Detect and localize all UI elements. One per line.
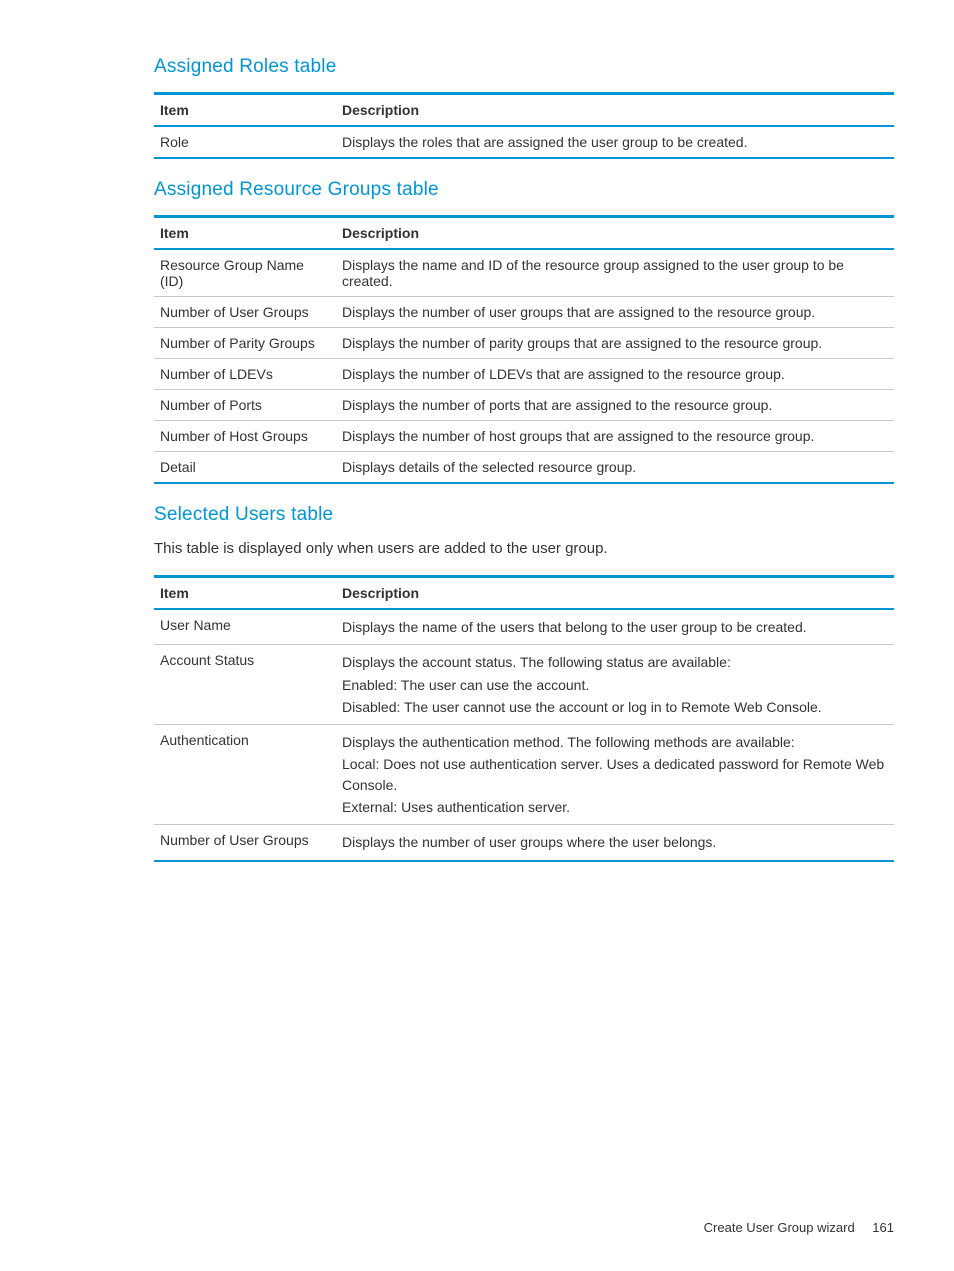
cell-item: Number of Host Groups — [154, 421, 336, 452]
table-row: Resource Group Name (ID)Displays the nam… — [154, 249, 894, 297]
cell-item: Number of User Groups — [154, 825, 336, 861]
cell-description: Displays the authentication method. The … — [336, 725, 894, 825]
table-row: Number of PortsDisplays the number of po… — [154, 390, 894, 421]
table-header-row: Item Description — [154, 94, 894, 127]
table-selected-users: Item Description User Name Displays the n… — [154, 575, 894, 862]
footer-title: Create User Group wizard — [704, 1220, 855, 1235]
cell-item: Detail — [154, 452, 336, 484]
cell-description: Displays details of the selected resourc… — [336, 452, 894, 484]
table-row: RoleDisplays the roles that are assigned… — [154, 126, 894, 158]
table-row: Number of User Groups Displays the number… — [154, 825, 894, 861]
cell-item: Resource Group Name (ID) — [154, 249, 336, 297]
cell-description: Displays the number of ports that are as… — [336, 390, 894, 421]
cell-description: Displays the roles that are assigned the… — [336, 126, 894, 158]
description-line: Displays the account status. The followi… — [342, 652, 888, 672]
footer-page-number: 161 — [872, 1220, 894, 1235]
table-row: User Name Displays the name of the users … — [154, 609, 894, 645]
description-line: Enabled: The user can use the account. — [342, 675, 888, 695]
heading-assigned-roles: Assigned Roles table — [154, 56, 894, 78]
th-item: Item — [154, 217, 336, 250]
cell-description: Displays the number of host groups that … — [336, 421, 894, 452]
table-row: Authentication Displays the authenticatio… — [154, 725, 894, 825]
description-line: Local: Does not use authentication serve… — [342, 754, 888, 795]
cell-description: Displays the number of parity groups tha… — [336, 328, 894, 359]
cell-item: Authentication — [154, 725, 336, 825]
cell-description: Displays the number of LDEVs that are as… — [336, 359, 894, 390]
table-header-row: Item Description — [154, 577, 894, 610]
tbody-assigned-roles: RoleDisplays the roles that are assigned… — [154, 126, 894, 158]
th-item: Item — [154, 94, 336, 127]
description-line: Disabled: The user cannot use the accoun… — [342, 697, 888, 717]
table-row: Number of Parity GroupsDisplays the numb… — [154, 328, 894, 359]
th-description: Description — [336, 94, 894, 127]
cell-item: User Name — [154, 609, 336, 645]
cell-description: Displays the number of user groups that … — [336, 297, 894, 328]
cell-description: Displays the number of user groups where… — [336, 825, 894, 861]
cell-item: Number of Ports — [154, 390, 336, 421]
table-assigned-roles: Item Description RoleDisplays the roles … — [154, 92, 894, 159]
page-footer: Create User Group wizard 161 — [704, 1220, 894, 1235]
tbody-selected-users: User Name Displays the name of the users … — [154, 609, 894, 861]
th-description: Description — [336, 577, 894, 610]
description-line: Displays the number of user groups where… — [342, 832, 888, 852]
table-row: Number of Host GroupsDisplays the number… — [154, 421, 894, 452]
cell-item: Role — [154, 126, 336, 158]
selected-users-intro: This table is displayed only when users … — [154, 540, 894, 557]
cell-description: Displays the account status. The followi… — [336, 645, 894, 725]
cell-item: Account Status — [154, 645, 336, 725]
heading-assigned-resource-groups: Assigned Resource Groups table — [154, 179, 894, 201]
cell-item: Number of Parity Groups — [154, 328, 336, 359]
table-row: DetailDisplays details of the selected r… — [154, 452, 894, 484]
table-assigned-resource-groups: Item Description Resource Group Name (ID… — [154, 215, 894, 484]
description-line: Displays the name of the users that belo… — [342, 617, 888, 637]
description-line: External: Uses authentication server. — [342, 797, 888, 817]
cell-description: Displays the name of the users that belo… — [336, 609, 894, 645]
table-header-row: Item Description — [154, 217, 894, 250]
th-item: Item — [154, 577, 336, 610]
tbody-assigned-resource-groups: Resource Group Name (ID)Displays the nam… — [154, 249, 894, 483]
heading-selected-users: Selected Users table — [154, 504, 894, 526]
cell-description: Displays the name and ID of the resource… — [336, 249, 894, 297]
th-description: Description — [336, 217, 894, 250]
cell-item: Number of User Groups — [154, 297, 336, 328]
table-row: Number of User GroupsDisplays the number… — [154, 297, 894, 328]
table-row: Account Status Displays the account statu… — [154, 645, 894, 725]
table-row: Number of LDEVsDisplays the number of LD… — [154, 359, 894, 390]
description-line: Displays the authentication method. The … — [342, 732, 888, 752]
cell-item: Number of LDEVs — [154, 359, 336, 390]
